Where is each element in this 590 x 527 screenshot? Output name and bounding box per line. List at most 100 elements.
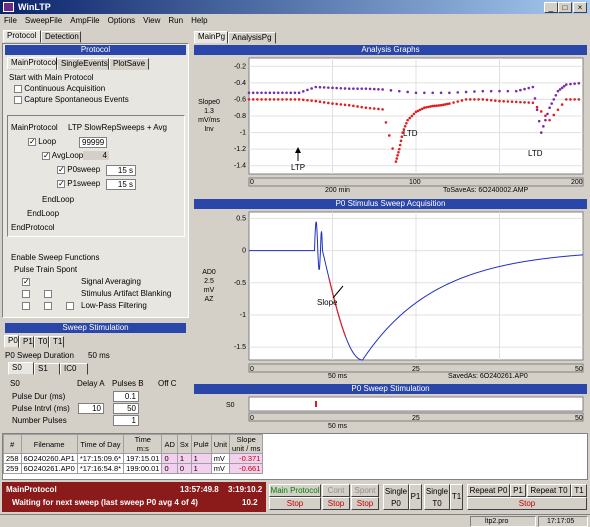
tab-protocol[interactable]: Protocol xyxy=(3,30,41,43)
tab-mainpg[interactable]: MainPg xyxy=(194,31,228,44)
spont-stop-button[interactable]: Stop xyxy=(351,497,379,510)
table-row[interactable]: 259 6O240261.AP0 *17:16:54.8* 199:00.01 0 0 1 m… xyxy=(3,463,264,474)
tab-s1[interactable]: S1 xyxy=(34,363,60,375)
data-point xyxy=(408,116,412,120)
table-header[interactable]: Filename xyxy=(20,434,78,454)
tab-mainprotocol[interactable]: MainProtocol xyxy=(7,57,58,70)
avg-pulse-checkbox[interactable]: ✓ xyxy=(22,277,30,286)
maximize-button[interactable]: □ xyxy=(558,2,572,13)
data-point xyxy=(395,157,399,160)
repeat-p0-button[interactable]: Repeat P0 xyxy=(467,484,510,497)
cont-button[interactable]: Cont xyxy=(322,484,350,497)
filter-pulse-checkbox[interactable] xyxy=(22,301,30,310)
pulse-intrvl-b[interactable]: 50 xyxy=(113,403,139,414)
tab-stim-t0[interactable]: T0 xyxy=(34,336,49,348)
tab-detection[interactable]: Detection xyxy=(41,31,81,43)
single-p1-button[interactable]: P1 xyxy=(409,484,422,510)
table-row[interactable]: 258 6O240260.AP1 *17:15:09.6* 197:15.01 0 1 1 m… xyxy=(3,453,264,464)
p1sweep-time[interactable]: 15 s xyxy=(106,179,136,190)
menu-run[interactable]: Run xyxy=(164,14,187,27)
p1sweep-checkbox[interactable]: ✓ xyxy=(57,179,65,188)
single-t0-button[interactable]: Single T0 xyxy=(424,484,450,510)
table-header[interactable]: Time of Day xyxy=(76,434,125,454)
table-cell: 0 xyxy=(161,453,178,464)
p1sweep-row[interactable]: ✓ P1sweep xyxy=(57,179,100,188)
table-header[interactable]: Unit xyxy=(210,434,231,454)
tab-s0[interactable]: S0 xyxy=(8,362,34,375)
table-header[interactable]: Pul# xyxy=(190,434,212,454)
loop-row[interactable]: ✓ Loop xyxy=(28,137,56,146)
single-t1-button[interactable]: T1 xyxy=(450,484,463,510)
menu-help[interactable]: Help xyxy=(187,14,211,27)
tab-analysispg[interactable]: AnalysisPg xyxy=(228,32,276,44)
table-cell: mV xyxy=(210,453,231,464)
table-header[interactable]: AD xyxy=(161,434,178,454)
analysis-ytick: -0.8 xyxy=(234,113,246,120)
capture-checkbox[interactable] xyxy=(14,95,22,104)
data-point xyxy=(569,82,572,86)
continuous-checkbox[interactable] xyxy=(14,84,22,93)
num-pulses-b[interactable]: 1 xyxy=(113,415,139,426)
table-header[interactable]: Sx xyxy=(176,434,192,454)
main-stop-button[interactable]: Stop xyxy=(269,497,321,510)
analysis-ytick: -0.4 xyxy=(234,80,246,87)
endloop-outer: EndLoop xyxy=(27,209,60,218)
analysis-graph: -1.4 -1.2 -1 -0.8 -0.6 -0.4 -0.2 LTP LTD LTD 0… xyxy=(234,57,584,194)
data-point xyxy=(552,113,556,117)
minimize-button[interactable]: _ xyxy=(544,2,558,13)
menu-sweepfile[interactable]: SweepFile xyxy=(21,14,66,27)
table-header[interactable]: # xyxy=(3,434,22,454)
slope-annotation: Slope xyxy=(317,298,338,307)
filter-train-checkbox[interactable] xyxy=(44,301,52,310)
tab-stim-p0[interactable]: P0 xyxy=(4,335,19,348)
repeat-t0-button[interactable]: Repeat T0 xyxy=(527,484,571,497)
loop-checkbox[interactable]: ✓ xyxy=(28,137,36,146)
data-point xyxy=(523,87,526,91)
main-protocol-button[interactable]: Main Protocol xyxy=(269,484,321,497)
data-point xyxy=(498,99,501,103)
data-point xyxy=(372,87,376,91)
table-header[interactable]: Time m:s xyxy=(123,434,163,454)
menu-options[interactable]: Options xyxy=(104,14,140,27)
tab-singleevents[interactable]: SingleEvents xyxy=(57,58,109,70)
capture-row[interactable]: Capture Spontaneous Events xyxy=(14,95,129,104)
repeat-stop-button[interactable]: Stop xyxy=(467,497,587,510)
data-point xyxy=(569,98,572,101)
continuous-row[interactable]: Continuous Acquisition xyxy=(14,84,105,93)
data-point xyxy=(494,99,497,102)
avgloop-row[interactable]: ✓ AvgLoop xyxy=(42,151,83,160)
delay-a-col: Delay A xyxy=(77,379,105,388)
data-point xyxy=(498,89,501,93)
tab-stim-p1[interactable]: P1 xyxy=(19,336,34,348)
repeat-p1-button[interactable]: P1 xyxy=(510,484,526,497)
data-point xyxy=(381,88,384,91)
menu-view[interactable]: View xyxy=(139,14,164,27)
analysis-ytick: -1 xyxy=(240,130,246,137)
cont-stop-button[interactable]: Stop xyxy=(322,497,350,510)
close-button[interactable]: × xyxy=(573,2,587,13)
spont-button[interactable]: Spont xyxy=(351,484,379,497)
tab-ic0[interactable]: IC0 xyxy=(60,363,88,375)
data-point xyxy=(431,91,434,95)
p0sweep-time[interactable]: 15 s xyxy=(106,165,136,176)
p0sweep-row[interactable]: ✓ P0sweep xyxy=(57,165,100,174)
repeat-t1-button[interactable]: T1 xyxy=(571,484,587,497)
pulse-dur-b[interactable]: 0.1 xyxy=(113,391,139,402)
menu-file[interactable]: File xyxy=(0,14,21,27)
loop-count-field[interactable]: 99999 xyxy=(79,137,107,148)
blank-train-checkbox[interactable] xyxy=(44,289,52,298)
table-header[interactable]: Slope unit / ms xyxy=(229,434,264,454)
data-point xyxy=(577,81,581,85)
tab-stim-t1[interactable]: T1 xyxy=(49,336,64,348)
data-point xyxy=(473,90,476,93)
filter-spont-checkbox[interactable] xyxy=(66,301,74,310)
blank-pulse-checkbox[interactable] xyxy=(22,289,30,298)
pulse-intrvl-a[interactable]: 10 xyxy=(78,403,104,414)
p0sweep-checkbox[interactable]: ✓ xyxy=(57,165,65,174)
avgloop-checkbox[interactable]: ✓ xyxy=(42,151,50,160)
p0-xtick-25: 25 xyxy=(412,366,420,373)
tab-plotsave[interactable]: PlotSave xyxy=(109,58,149,70)
menu-ampfile[interactable]: AmpFile xyxy=(66,14,103,27)
data-point xyxy=(268,91,272,95)
single-p0-button[interactable]: Single P0 xyxy=(383,484,409,510)
